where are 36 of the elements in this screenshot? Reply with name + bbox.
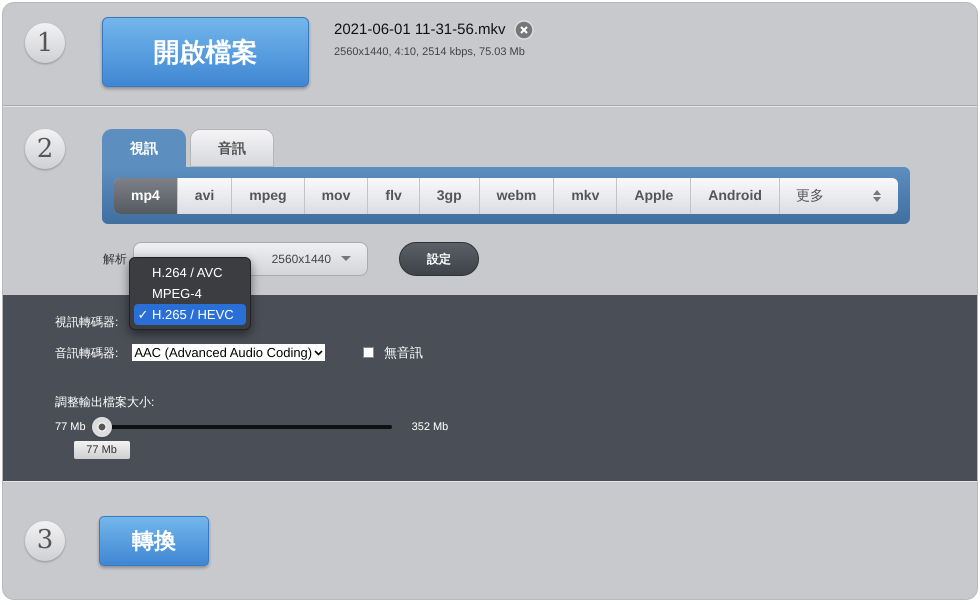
format-tab[interactable]: mov [304, 178, 368, 214]
format-tab[interactable]: Apple [617, 178, 692, 214]
format-tab[interactable]: flv [368, 178, 420, 214]
format-tab[interactable]: 3gp [420, 178, 480, 214]
no-audio-checkbox[interactable] [363, 347, 374, 358]
step-number: 2 [25, 129, 65, 169]
resolution-label: 解析 [103, 251, 128, 268]
tab[interactable]: 視訊 [102, 129, 186, 167]
menu-item[interactable]: MPEG-4 [134, 283, 246, 304]
step-number: 3 [25, 520, 65, 560]
no-audio-label: 無音訊 [384, 344, 424, 362]
close-icon[interactable] [514, 20, 534, 40]
chevron-icon [314, 350, 324, 356]
step-number: 1 [25, 23, 65, 63]
menu-item[interactable]: ✓ H.265 / HEVC [134, 304, 246, 325]
file-name: 2021-06-01 11-31-56.mkv [334, 20, 506, 40]
slider-tooltip: 77 Mb [74, 440, 130, 459]
settings-button[interactable]: 設定 [399, 242, 479, 276]
audio-codec-select[interactable]: AAC (Advanced Audio Coding) [132, 344, 326, 362]
format-tab[interactable]: mkv [554, 178, 618, 214]
video-codec-label: 視訊轉碼器: [55, 314, 118, 331]
min-size-label: 77 Mb [55, 420, 86, 434]
more-dropdown[interactable]: 更多 [780, 178, 898, 214]
audio-codec-label: 音訊轉碼器: [55, 344, 118, 362]
updown-icon [872, 188, 882, 202]
format-tab[interactable]: avi [178, 178, 232, 214]
format-tab[interactable]: mpeg [232, 178, 305, 214]
tab[interactable]: 音訊 [190, 129, 274, 167]
file-info: 2560x1440, 4:10, 2514 kbps, 75.03 Mb [334, 44, 526, 60]
format-tab[interactable]: mp4 [114, 178, 178, 214]
format-tab[interactable]: webm [480, 178, 554, 214]
format-tab[interactable]: Android [691, 178, 780, 214]
caret-icon [341, 256, 351, 262]
max-size-label: 352 Mb [412, 420, 448, 434]
size-label: 調整輸出檔案大小: [55, 394, 156, 410]
slider-thumb[interactable] [92, 416, 112, 437]
